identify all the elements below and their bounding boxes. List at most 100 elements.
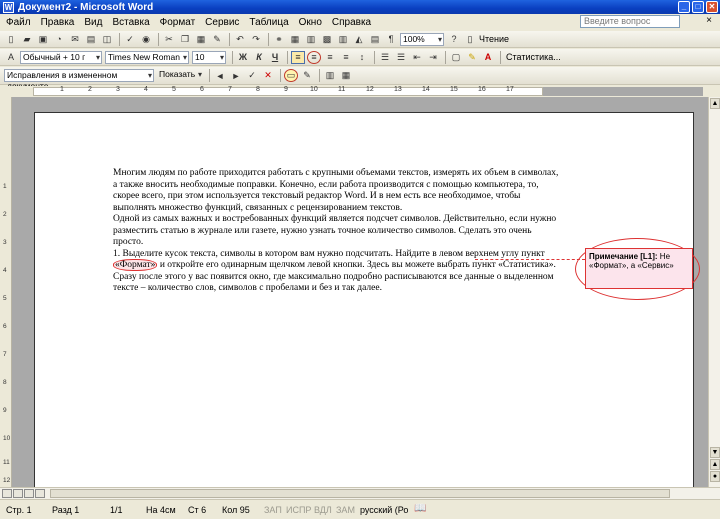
text-run: 1. Выделите кусок текста, символы в кото…: [113, 248, 545, 259]
scroll-thumb[interactable]: [50, 489, 670, 498]
next-change-icon[interactable]: ►: [229, 69, 243, 82]
comment-anchor[interactable]: «Формат»: [113, 259, 158, 271]
show-hide-icon[interactable]: ¶: [384, 33, 398, 46]
tables-borders-icon[interactable]: ▦: [288, 33, 302, 46]
bullets-icon[interactable]: ☰: [394, 51, 408, 64]
save-icon[interactable]: ▣: [36, 33, 50, 46]
highlight-icon[interactable]: ✎: [465, 51, 479, 64]
menu-window[interactable]: Окно: [299, 17, 322, 28]
print-view-button[interactable]: [24, 489, 34, 498]
copy-icon[interactable]: ❐: [178, 33, 192, 46]
align-center-icon[interactable]: ≡: [307, 50, 321, 64]
underline-button[interactable]: Ч: [268, 51, 282, 64]
browse-object-icon[interactable]: ●: [710, 471, 720, 482]
document-compare-icon[interactable]: ▦: [339, 69, 353, 82]
drawing-icon[interactable]: ◭: [352, 33, 366, 46]
redo-icon[interactable]: ↷: [249, 33, 263, 46]
previous-change-icon[interactable]: ◄: [213, 69, 227, 82]
status-trk[interactable]: ИСПР: [286, 505, 311, 515]
border-icon[interactable]: ▢: [449, 51, 463, 64]
minimize-button[interactable]: _: [678, 1, 690, 13]
normal-view-button[interactable]: [2, 489, 12, 498]
close-document-icon[interactable]: ×: [706, 15, 712, 26]
print-icon[interactable]: ▤: [84, 33, 98, 46]
columns-icon[interactable]: ▥: [336, 33, 350, 46]
previous-page-icon[interactable]: ▲: [710, 459, 720, 470]
horizontal-scrollbar[interactable]: [0, 487, 720, 499]
ruler-number: 9: [3, 407, 7, 414]
horizontal-ruler[interactable]: 1 2 3 4 5 6 7 8 9 10 11 12 13 14 15 16 1…: [0, 86, 720, 97]
menu-insert[interactable]: Вставка: [112, 17, 149, 28]
paste-icon[interactable]: ▦: [194, 33, 208, 46]
italic-button[interactable]: К: [252, 51, 266, 64]
font-size-select[interactable]: 10: [192, 50, 226, 64]
reading-button[interactable]: Чтение: [479, 34, 509, 44]
research-icon[interactable]: ◉: [139, 33, 153, 46]
line-spacing-icon[interactable]: ↕: [355, 51, 369, 64]
statistics-button[interactable]: Статистика...: [506, 52, 561, 62]
spelling-icon[interactable]: ✓: [123, 33, 137, 46]
format-painter-icon[interactable]: ✎: [210, 33, 224, 46]
display-for-review-select[interactable]: Исправления в измененном документе: [4, 69, 154, 91]
help-search-input[interactable]: Введите вопрос: [580, 15, 680, 28]
show-menu[interactable]: Показать: [157, 69, 203, 82]
align-right-icon[interactable]: ≡: [323, 51, 337, 64]
menu-file[interactable]: Файл: [6, 17, 31, 28]
insert-table-icon[interactable]: ▥: [304, 33, 318, 46]
new-document-icon[interactable]: ▯: [4, 33, 18, 46]
read-icon[interactable]: ▯: [463, 33, 477, 46]
vertical-scrollbar[interactable]: ▲ ▼ ▲ ●: [708, 97, 720, 487]
reject-change-icon[interactable]: ✕: [261, 69, 275, 82]
menu-format[interactable]: Формат: [160, 17, 196, 28]
email-icon[interactable]: ✉: [68, 33, 82, 46]
ruler-number: 3: [116, 86, 120, 93]
hyperlink-icon[interactable]: ⚭: [272, 33, 286, 46]
menu-tools[interactable]: Сервис: [205, 17, 239, 28]
separator: [158, 32, 159, 46]
status-language: русский (Ро: [360, 505, 409, 515]
cut-icon[interactable]: ✂: [162, 33, 176, 46]
maximize-button[interactable]: □: [692, 1, 704, 13]
accept-change-icon[interactable]: ✓: [245, 69, 259, 82]
status-rec[interactable]: ЗАП: [264, 505, 282, 515]
ruler-number: 5: [172, 86, 176, 93]
status-ovr[interactable]: ЗАМ: [336, 505, 355, 515]
open-folder-icon[interactable]: ▰: [20, 33, 34, 46]
scroll-up-icon[interactable]: ▲: [710, 98, 720, 109]
scroll-down-icon[interactable]: ▼: [710, 447, 720, 458]
reviewing-pane-icon[interactable]: ▥: [323, 69, 337, 82]
document-body[interactable]: Многим людям по работе приходится работа…: [113, 168, 559, 295]
menu-edit[interactable]: Правка: [41, 17, 75, 28]
menu-view[interactable]: Вид: [84, 17, 102, 28]
vertical-ruler[interactable]: 1 2 3 4 5 6 7 8 9 10 11 12: [0, 97, 12, 487]
ruler-number: 4: [144, 86, 148, 93]
justify-icon[interactable]: ≡: [339, 51, 353, 64]
decrease-indent-icon[interactable]: ⇤: [410, 51, 424, 64]
zoom-select[interactable]: 100%: [400, 32, 444, 46]
close-button[interactable]: ✕: [706, 1, 718, 13]
document-map-icon[interactable]: ▤: [368, 33, 382, 46]
menu-table[interactable]: Таблица: [249, 17, 288, 28]
insert-comment-icon[interactable]: ▭: [284, 69, 298, 82]
font-select[interactable]: Times New Roman: [105, 50, 189, 64]
document-page[interactable]: Многим людям по работе приходится работа…: [34, 112, 700, 487]
styles-icon[interactable]: A: [4, 51, 18, 64]
spelling-status-icon[interactable]: 📖: [414, 503, 426, 514]
increase-indent-icon[interactable]: ⇥: [426, 51, 440, 64]
bold-button[interactable]: Ж: [236, 51, 250, 64]
print-preview-icon[interactable]: ◫: [100, 33, 114, 46]
help-icon[interactable]: ?: [447, 33, 461, 46]
web-view-button[interactable]: [13, 489, 23, 498]
menu-help[interactable]: Справка: [332, 17, 371, 28]
comment-balloon[interactable]: Примечание [L1]: Не «Формат», а «Сервис»: [585, 248, 693, 289]
undo-icon[interactable]: ↶: [233, 33, 247, 46]
status-ext[interactable]: ВДЛ: [314, 505, 332, 515]
numbering-icon[interactable]: ☰: [378, 51, 392, 64]
style-select[interactable]: Обычный + 10 г: [20, 50, 102, 64]
permission-icon[interactable]: ◔: [52, 33, 66, 46]
track-changes-icon[interactable]: ✎: [300, 69, 314, 82]
align-left-icon[interactable]: ≡: [291, 50, 305, 64]
outline-view-button[interactable]: [35, 489, 45, 498]
font-color-icon[interactable]: A: [481, 51, 495, 64]
insert-excel-icon[interactable]: ▩: [320, 33, 334, 46]
